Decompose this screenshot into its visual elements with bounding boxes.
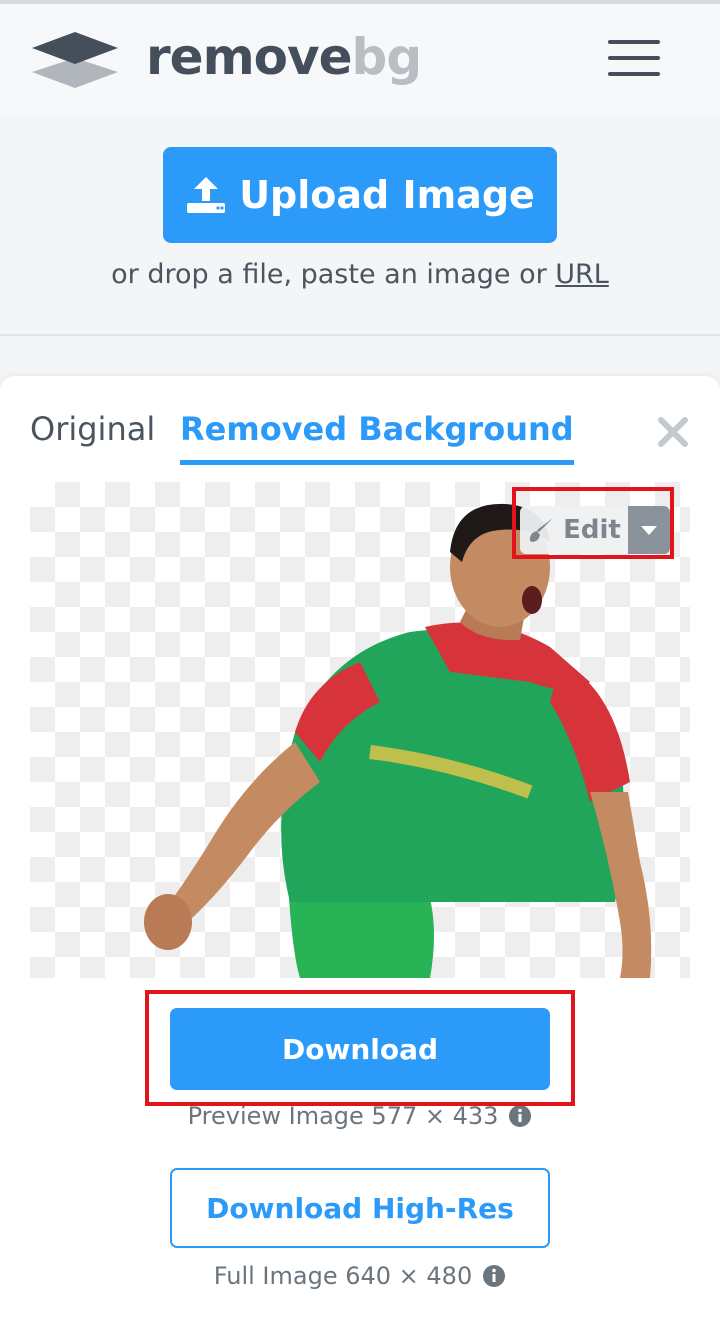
url-link[interactable]: URL xyxy=(555,259,609,290)
tab-removed-background[interactable]: Removed Background xyxy=(180,410,574,465)
upload-section: Upload Image or drop a file, paste an im… xyxy=(0,114,720,336)
upload-image-button[interactable]: Upload Image xyxy=(163,147,557,243)
tab-original[interactable]: Original xyxy=(30,410,155,448)
upload-button-label: Upload Image xyxy=(239,173,535,217)
download-high-res-button[interactable]: Download High-Res xyxy=(170,1168,550,1248)
preview-info-text: Preview Image 577 × 433 xyxy=(187,1102,499,1130)
site-header: removebg xyxy=(0,4,720,114)
edit-highlight-box xyxy=(512,487,674,559)
drop-text: or drop a file, paste an image or xyxy=(111,259,556,290)
full-image-info: Full Image 640 × 480 xyxy=(0,1262,720,1290)
info-icon[interactable] xyxy=(508,1104,532,1128)
layers-logo-icon xyxy=(32,32,118,88)
upload-icon xyxy=(187,177,226,213)
close-icon[interactable] xyxy=(655,414,691,450)
logo-bg-text: bg xyxy=(351,28,423,86)
info-icon[interactable] xyxy=(482,1264,506,1288)
logo[interactable]: removebg xyxy=(30,26,422,96)
logo-remove-text: remove xyxy=(146,28,353,86)
download-highlight-box xyxy=(145,990,575,1106)
full-info-text: Full Image 640 × 480 xyxy=(213,1262,473,1290)
drop-instructions: or drop a file, paste an image or URL xyxy=(0,259,720,290)
preview-image-info: Preview Image 577 × 433 xyxy=(0,1102,720,1130)
logo-text: removebg xyxy=(146,32,422,82)
hamburger-menu-icon[interactable] xyxy=(608,40,660,80)
